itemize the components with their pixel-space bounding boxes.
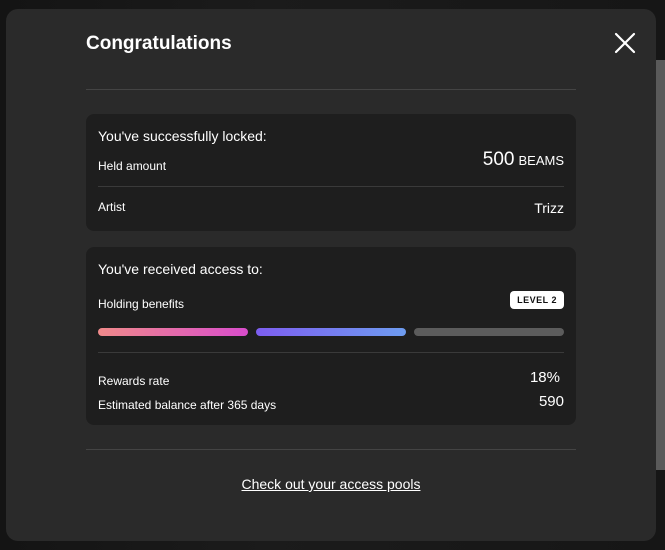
held-amount-number: 500 — [482, 149, 515, 170]
congratulations-modal: Congratulations You've successfully lock… — [6, 9, 656, 541]
rewards-rate-label: Rewards rate — [98, 374, 170, 388]
held-amount-value: 500 BEAMS — [483, 149, 564, 171]
header-divider — [86, 89, 576, 90]
locked-summary-card: You've successfully locked: Held amount … — [86, 114, 576, 231]
estimated-balance-label: Estimated balance after 365 days — [98, 398, 277, 412]
holding-benefits-label: Holding benefits — [98, 297, 185, 311]
close-icon — [614, 32, 636, 54]
level-badge: LEVEL 2 — [510, 291, 564, 309]
backdrop-scrollbar — [655, 60, 665, 470]
rewards-rate-value: 18% — [529, 369, 560, 386]
held-amount-unit: BEAMS — [518, 153, 564, 168]
progress-segment-2 — [256, 328, 406, 336]
progress-segment-1 — [98, 328, 248, 336]
artist-value: Trizz — [534, 200, 564, 216]
access-heading: You've received access to: — [98, 261, 263, 277]
locked-row-divider — [98, 186, 564, 187]
locked-heading: You've successfully locked: — [98, 128, 267, 144]
access-pools-link[interactable]: Check out your access pools — [6, 476, 656, 492]
close-button[interactable] — [610, 28, 640, 58]
progress-segment-3 — [414, 328, 564, 336]
estimated-balance-value: 590 — [538, 393, 564, 410]
level-progress-bar — [98, 328, 564, 336]
modal-title: Congratulations — [86, 33, 232, 54]
access-benefits-card: You've received access to: Holding benef… — [86, 247, 576, 425]
artist-label: Artist — [98, 200, 126, 214]
footer-divider — [86, 449, 576, 450]
access-row-divider — [98, 352, 564, 353]
held-amount-label: Held amount — [98, 159, 167, 173]
